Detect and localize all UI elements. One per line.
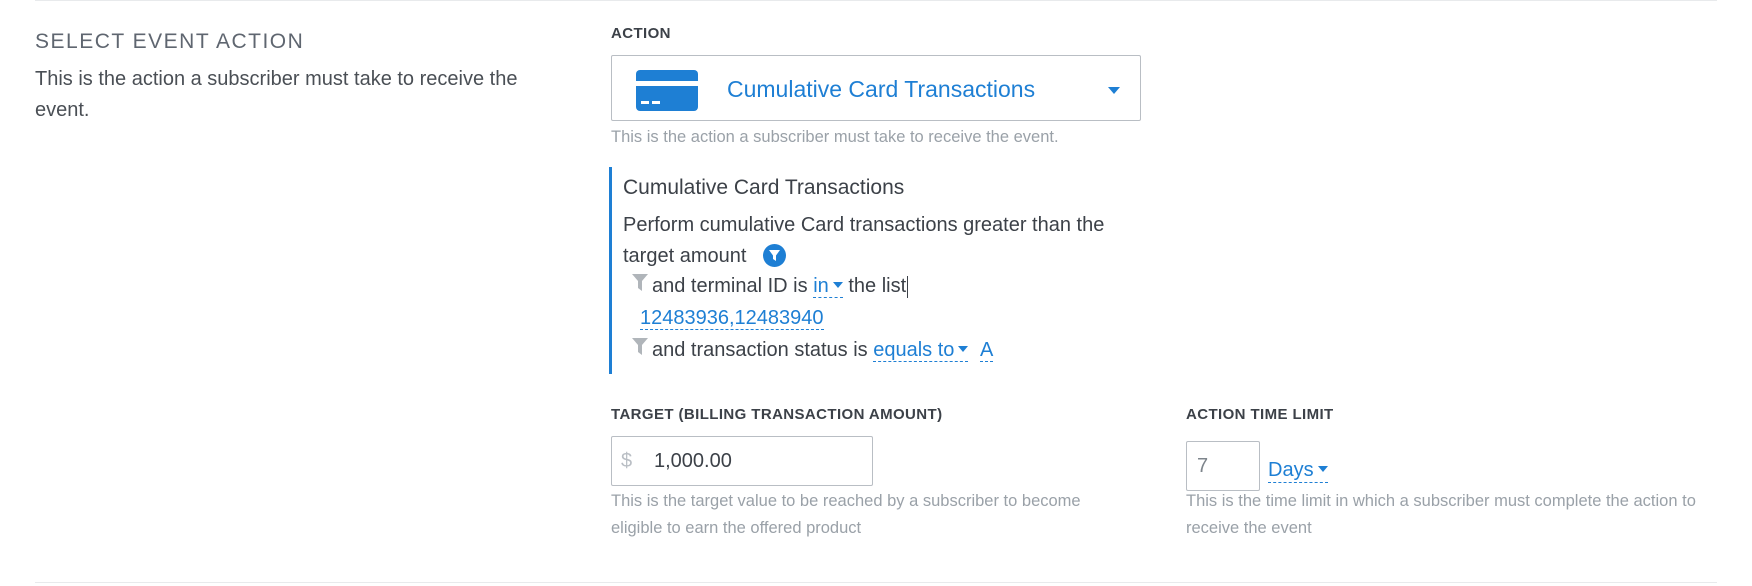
caret-down-icon [958,345,969,352]
caret-down-icon [1317,465,1328,472]
time-limit-help-text: This is the time limit in which a subscr… [1186,492,1696,537]
action-help-text: This is the action a subscriber must tak… [611,128,1059,146]
time-limit-input[interactable]: 7 [1186,441,1260,491]
text-cursor [907,275,909,298]
action-selected-value: Cumulative Card Transactions [727,76,1036,102]
status-value-link[interactable]: A [979,339,994,362]
top-divider [35,0,1717,1]
status-operator-dropdown[interactable]: equals to [873,339,969,362]
status-condition-row: and transaction status is equals to A [632,337,994,362]
time-limit-label: ACTION TIME LIMIT [1186,406,1334,423]
bottom-divider [35,582,1717,583]
target-amount-value: 1,000.00 [654,450,732,472]
credit-card-icon [636,70,698,111]
filter-icon[interactable] [763,244,786,267]
action-detail-panel: Cumulative Card Transactions Perform cum… [609,167,1172,374]
section-description: This is the action a subscriber must tak… [35,68,518,121]
terminal-operator-dropdown[interactable]: in [813,275,843,298]
currency-symbol: $ [621,450,633,472]
terminal-values-row: 12483936,12483940 [640,307,824,330]
caret-down-icon [832,281,843,288]
target-amount-input[interactable]: $ 1,000.00 [611,436,873,486]
detail-title: Cumulative Card Transactions [623,176,905,199]
time-unit-dropdown[interactable]: Days [1268,459,1328,483]
funnel-icon [632,273,648,291]
chevron-down-icon [1108,87,1120,94]
section-title: SELECT EVENT ACTION [35,30,305,53]
terminal-condition-text: and terminal ID is [652,275,808,297]
time-limit-value: 7 [1197,455,1209,477]
terminal-condition-row: and terminal ID is in the list [632,273,909,298]
action-label: ACTION [611,25,671,42]
detail-description: Perform cumulative Card transactions gre… [623,214,1105,267]
funnel-icon [632,337,648,355]
status-condition-text: and transaction status is [652,339,868,361]
target-label: TARGET (BILLING TRANSACTION AMOUNT) [611,406,943,423]
terminal-condition-suffix: the list [848,275,907,297]
terminal-values-link[interactable]: 12483936,12483940 [640,307,824,330]
target-help-text: This is the target value to be reached b… [611,492,1081,537]
action-dropdown[interactable]: Cumulative Card Transactions [611,55,1141,121]
